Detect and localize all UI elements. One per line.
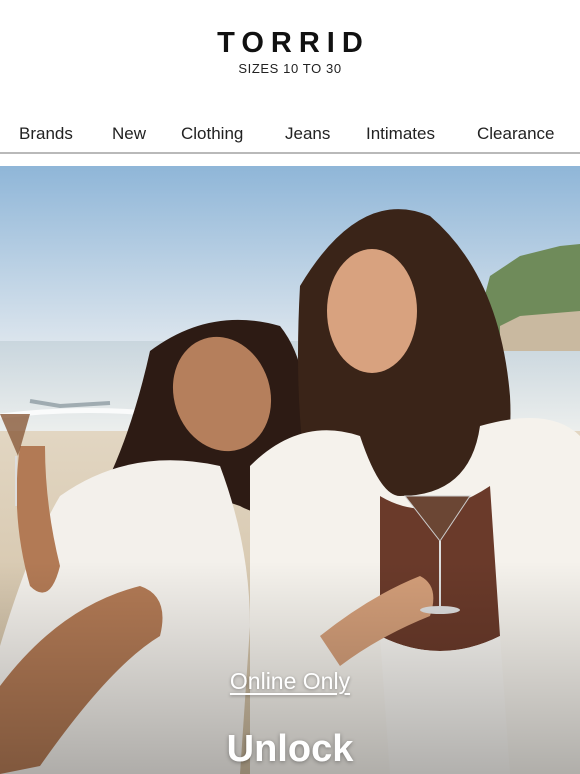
site-header: TORRID SIZES 10 TO 30: [0, 0, 580, 110]
nav-item-jeans[interactable]: Jeans: [285, 124, 330, 144]
nav-item-clothing[interactable]: Clothing: [181, 124, 243, 144]
nav-item-brands[interactable]: Brands: [19, 124, 73, 144]
size-range-tagline: SIZES 10 TO 30: [238, 61, 342, 76]
main-nav: Brands New Clothing Jeans Intimates Clea…: [0, 118, 580, 152]
nav-item-new[interactable]: New: [112, 124, 146, 144]
torrid-logo[interactable]: TORRID: [0, 27, 580, 60]
nav-item-intimates[interactable]: Intimates: [366, 124, 435, 144]
promo-headline: Unlock: [226, 728, 354, 770]
online-only-link[interactable]: Online Only: [0, 668, 580, 695]
nav-item-clearance[interactable]: Clearance: [477, 124, 555, 144]
nav-divider: [0, 152, 580, 154]
